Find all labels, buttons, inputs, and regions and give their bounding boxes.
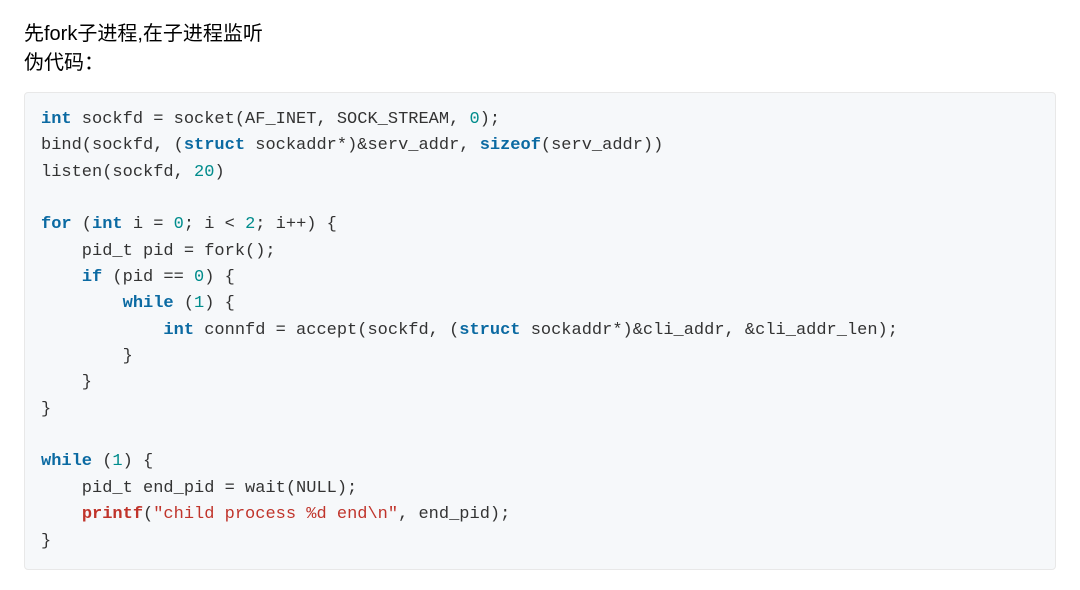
code-text: ( (72, 215, 92, 234)
code-text: } (41, 373, 92, 392)
code-text: i = (123, 215, 174, 234)
intro-text: 先fork子进程,在子进程监听 伪代码： (24, 20, 1056, 78)
code-text: ) { (204, 294, 235, 313)
code-text: pid_t pid = fork(); (41, 242, 276, 261)
kw-sizeof: sizeof (480, 136, 541, 155)
num-0: 0 (469, 110, 479, 129)
code-text: ( (92, 452, 112, 471)
code-text: } (41, 347, 133, 366)
intro-line1: 先fork子进程,在子进程监听 (24, 23, 263, 45)
num-1: 1 (194, 294, 204, 313)
kw-if: if (82, 268, 102, 287)
num-2: 2 (245, 215, 255, 234)
code-text: (pid == (102, 268, 194, 287)
kw-while: while (41, 452, 92, 471)
code-text: } (41, 400, 51, 419)
kw-while: while (123, 294, 174, 313)
code-text: , end_pid); (398, 505, 510, 524)
kw-int: int (92, 215, 123, 234)
code-text: connfd = accept(sockfd, ( (194, 321, 459, 340)
pseudocode-block: int sockfd = socket(AF_INET, SOCK_STREAM… (24, 92, 1056, 570)
num-0: 0 (174, 215, 184, 234)
code-text: ) { (204, 268, 235, 287)
kw-int: int (163, 321, 194, 340)
code-text: ) (214, 163, 224, 182)
intro-line2: 伪代码： (24, 52, 104, 74)
string-literal: "child process %d end\n" (153, 505, 398, 524)
code-text: sockaddr*)&cli_addr, &cli_addr_len); (521, 321, 898, 340)
code-text: sockfd = socket(AF_INET, SOCK_STREAM, (72, 110, 470, 129)
num-1: 1 (112, 452, 122, 471)
num-0: 0 (194, 268, 204, 287)
code-text (41, 268, 82, 287)
code-text: listen(sockfd, (41, 163, 194, 182)
kw-struct: struct (184, 136, 245, 155)
kw-for: for (41, 215, 72, 234)
code-text: sockaddr*)&serv_addr, (245, 136, 480, 155)
code-text: ( (143, 505, 153, 524)
fn-printf: printf (82, 505, 143, 524)
kw-int: int (41, 110, 72, 129)
code-text: ; i++) { (255, 215, 337, 234)
code-text: ( (174, 294, 194, 313)
code-text: ; i < (184, 215, 245, 234)
kw-struct: struct (459, 321, 520, 340)
code-text: bind(sockfd, ( (41, 136, 184, 155)
code-text (41, 505, 82, 524)
code-text: } (41, 532, 51, 551)
code-text (41, 294, 123, 313)
code-text (41, 321, 163, 340)
code-text: (serv_addr)) (541, 136, 663, 155)
num-20: 20 (194, 163, 214, 182)
code-text: pid_t end_pid = wait(NULL); (41, 479, 357, 498)
code-text: ) { (123, 452, 154, 471)
code-text: ); (480, 110, 500, 129)
